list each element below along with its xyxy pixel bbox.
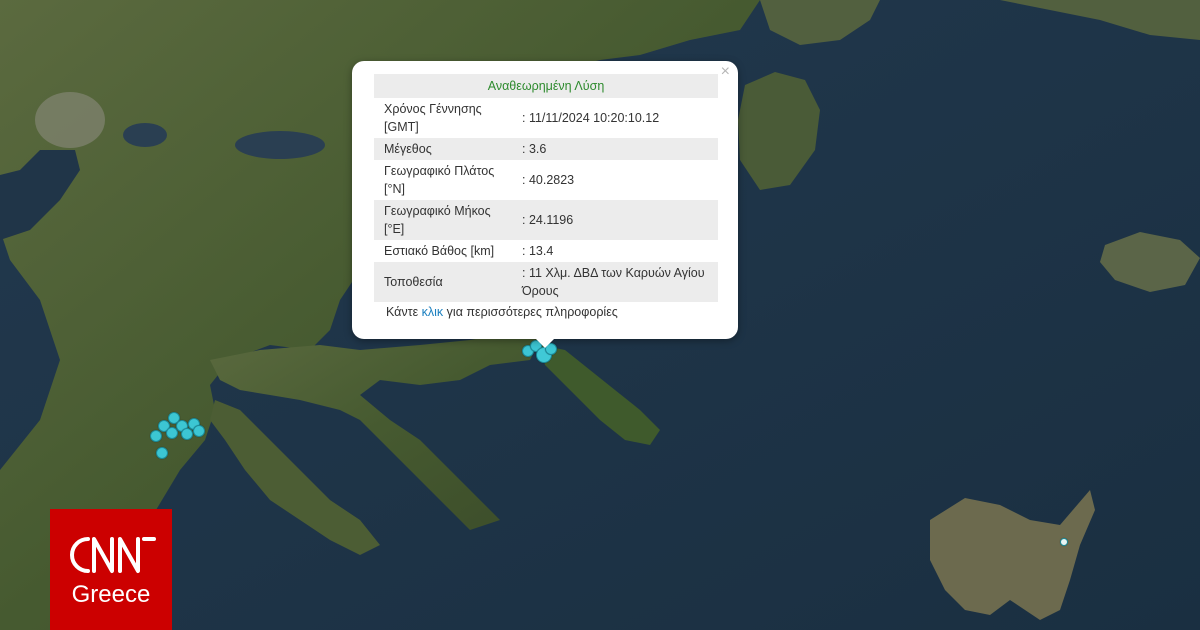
row-value: : 11/11/2024 10:20:10.12 <box>522 111 660 125</box>
row-value: : 40.2823 <box>522 173 575 187</box>
earthquake-info-popup: × Αναθεωρημένη Λύση Χρόνος Γέννησης [GMT… <box>352 61 738 339</box>
earthquake-marker[interactable] <box>150 430 162 442</box>
row-value: : 3.6 <box>512 138 718 160</box>
earthquake-details-table: Αναθεωρημένη Λύση Χρόνος Γέννησης [GMT]:… <box>374 74 718 302</box>
table-row: Μέγεθος: 3.6 <box>374 138 718 160</box>
earthquake-marker[interactable] <box>193 425 205 437</box>
row-label: Εστιακό Βάθος [km] <box>384 244 495 258</box>
footer-text-prefix: Κάντε <box>386 305 422 319</box>
cnn-greece-logo: Greece <box>50 509 172 630</box>
table-row: Γεωγραφικό Πλάτος [°N] : 40.2823 <box>374 160 718 200</box>
row-label: Μέγεθος <box>374 138 512 160</box>
row-value: : 11 Χλμ. ΔΒΔ των Καρυών Αγίου Όρους <box>512 262 718 302</box>
earthquake-marker[interactable] <box>181 428 193 440</box>
footer-text-suffix: για περισσότερες πληροφορίες <box>443 305 618 319</box>
logo-region-text: Greece <box>71 581 151 608</box>
popup-footer: Κάντε κλικ για περισσότερες πληροφορίες <box>386 305 618 319</box>
table-row: Εστιακό Βάθος [km] : 13.4 <box>374 240 718 262</box>
popup-pointer <box>535 338 555 348</box>
close-icon[interactable]: × <box>721 64 730 80</box>
earthquake-marker[interactable] <box>1060 538 1068 546</box>
lake-volvi <box>235 131 325 159</box>
popup-title: Αναθεωρημένη Λύση <box>374 74 718 98</box>
lake-koroneia <box>123 123 167 147</box>
earthquake-marker[interactable] <box>156 447 168 459</box>
cnn-logo-mark <box>70 537 156 573</box>
row-label: Γεωγραφικό Μήκος [°E] <box>374 200 512 240</box>
row-label: Τοποθεσία <box>374 262 512 302</box>
row-label: Γεωγραφικό Πλάτος [°N] <box>384 164 495 196</box>
row-label: Χρόνος Γέννησης [GMT] <box>384 102 482 134</box>
table-row: Τοποθεσία: 11 Χλμ. ΔΒΔ των Καρυών Αγίου … <box>374 262 718 302</box>
table-row: Χρόνος Γέννησης [GMT] : 11/11/2024 10:20:… <box>374 98 718 138</box>
row-value: : 13.4 <box>522 244 554 258</box>
city-thessaloniki <box>35 92 105 148</box>
more-info-link[interactable]: κλικ <box>422 305 444 319</box>
table-row: Γεωγραφικό Μήκος [°E]: 24.1196 <box>374 200 718 240</box>
row-value: : 24.1196 <box>512 200 718 240</box>
